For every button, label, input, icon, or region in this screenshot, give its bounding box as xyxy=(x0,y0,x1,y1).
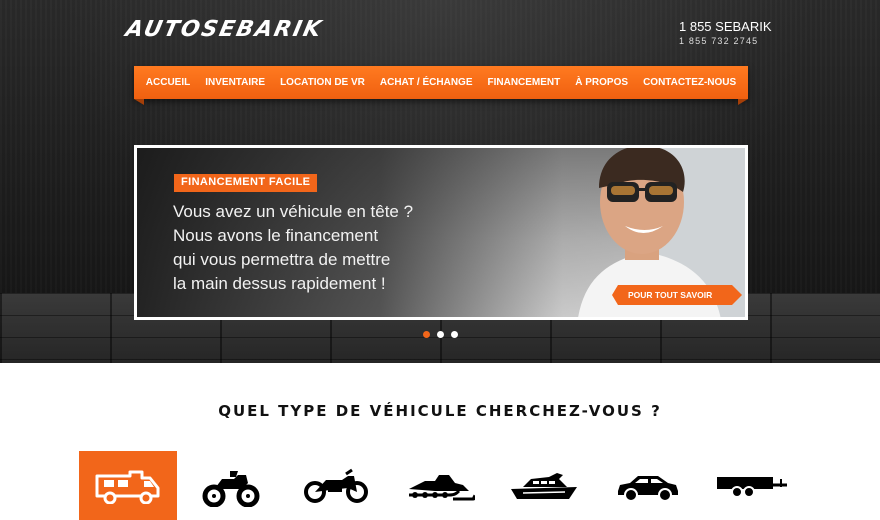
slide-line: Nous avons le financement xyxy=(173,226,379,245)
slide-badge: FINANCEMENT FACILE xyxy=(174,174,318,192)
snowmobile-icon xyxy=(409,474,475,500)
vehicle-type-motorcycle[interactable] xyxy=(287,451,385,520)
nav-item-contact[interactable]: CONTACTEZ-NOUS xyxy=(643,77,736,88)
rv-icon xyxy=(95,470,160,504)
car-icon xyxy=(618,475,678,501)
slide-line: la main dessus rapidement ! xyxy=(173,274,386,293)
main-nav: ACCUEIL INVENTAIRE LOCATION DE VR ACHAT … xyxy=(134,66,748,105)
vehicle-type-rv[interactable] xyxy=(79,451,177,520)
trailer-icon xyxy=(717,476,787,498)
slide-cta-button[interactable]: POUR TOUT SAVOIR xyxy=(612,285,742,305)
phone-word[interactable]: 1 855 SEBARIK xyxy=(679,19,772,34)
nav-item-achat-echange[interactable]: ACHAT / ÉCHANGE xyxy=(380,77,473,88)
nav-item-financement[interactable]: FINANCEMENT xyxy=(487,77,560,88)
slider-dot-1[interactable] xyxy=(423,331,430,338)
hero-section: AUTOSEBARIK 1 855 SEBARIK 1 855 732 2745… xyxy=(0,0,880,363)
vehicle-type-list xyxy=(79,451,799,520)
slide-text: Vous avez un véhicule en tête ? Nous avo… xyxy=(173,200,453,296)
boat-icon xyxy=(511,472,577,499)
vehicle-type-car[interactable] xyxy=(599,451,697,520)
nav-item-location-vr[interactable]: LOCATION DE VR xyxy=(280,77,365,88)
vehicle-type-snowmobile[interactable] xyxy=(391,451,489,520)
slider-dot-3[interactable] xyxy=(451,331,458,338)
hero-slider[interactable]: FINANCEMENT FACILE Vous avez un véhicule… xyxy=(134,145,748,320)
slider-dots xyxy=(423,331,458,338)
phone-number[interactable]: 1 855 732 2745 xyxy=(679,36,758,46)
vehicle-type-boat[interactable] xyxy=(495,451,593,520)
nav-item-a-propos[interactable]: À PROPOS xyxy=(575,77,628,88)
vehicle-type-title: QUEL TYPE DE VÉHICULE CHERCHEZ-VOUS ? xyxy=(218,402,662,420)
vehicle-type-trailer[interactable] xyxy=(703,451,801,520)
slide-line: Vous avez un véhicule en tête ? xyxy=(173,202,414,221)
nav-item-inventaire[interactable]: INVENTAIRE xyxy=(205,77,265,88)
atv-icon xyxy=(202,470,260,507)
nav-item-accueil[interactable]: ACCUEIL xyxy=(146,77,190,88)
motorcycle-icon xyxy=(304,468,368,503)
slide-line: qui vous permettra de mettre xyxy=(173,250,391,269)
slider-dot-2[interactable] xyxy=(437,331,444,338)
site-logo[interactable]: AUTOSEBARIK xyxy=(123,17,325,42)
vehicle-type-atv[interactable] xyxy=(182,451,280,520)
